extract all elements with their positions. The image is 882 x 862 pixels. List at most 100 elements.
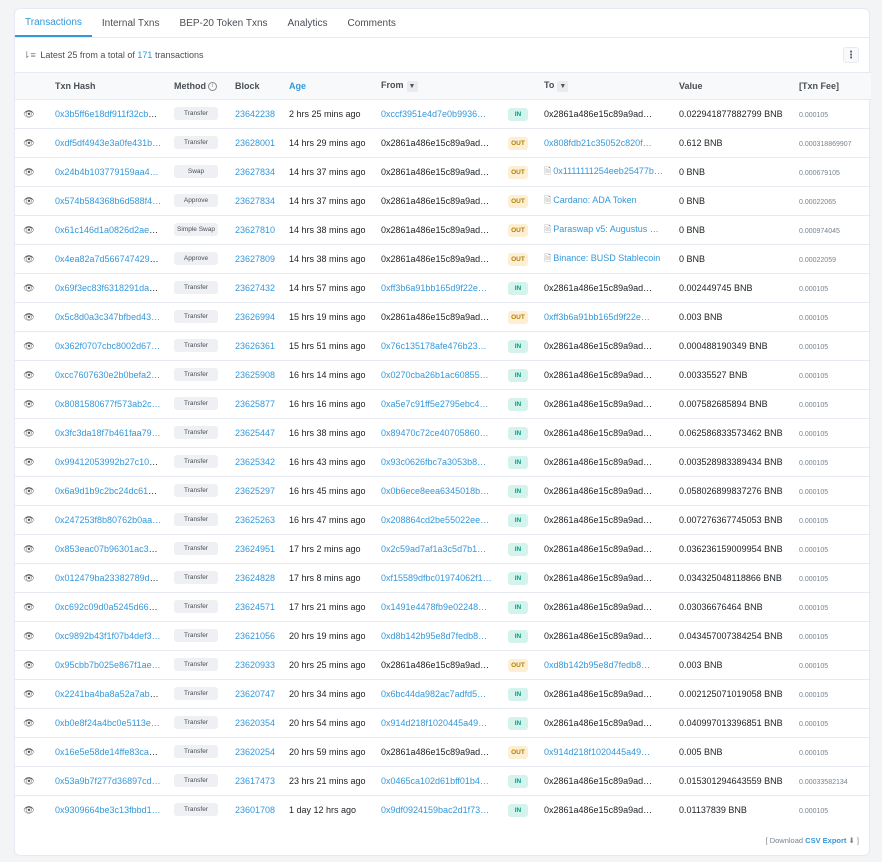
eye-icon[interactable]: 👁 <box>21 571 37 585</box>
txn-hash-link[interactable]: 0xb0e8f24a4bc0e5113e… <box>55 718 160 728</box>
from-address[interactable]: 0xf15589dfbc01974062f1… <box>381 573 492 583</box>
block-link[interactable]: 23620933 <box>235 660 275 670</box>
eye-icon[interactable]: 👁 <box>21 397 37 411</box>
eye-icon[interactable]: 👁 <box>21 658 37 672</box>
block-link[interactable]: 23621056 <box>235 631 275 641</box>
from-address[interactable]: 0x6bc44da982ac7adfd5… <box>381 689 486 699</box>
from-address[interactable]: 0x208864cd2be55022ee… <box>381 515 489 525</box>
eye-icon[interactable]: 👁 <box>21 339 37 353</box>
eye-icon[interactable]: 👁 <box>21 542 37 556</box>
from-address[interactable]: 0x0270cba26b1ac60855… <box>381 370 489 380</box>
eye-icon[interactable]: 👁 <box>21 165 37 179</box>
to-address[interactable]: 0x1111111254eeb25477b… <box>553 166 663 176</box>
eye-icon[interactable]: 👁 <box>21 513 37 527</box>
eye-icon[interactable]: 👁 <box>21 484 37 498</box>
block-link[interactable]: 23627809 <box>235 254 275 264</box>
eye-icon[interactable]: 👁 <box>21 716 37 730</box>
total-count-link[interactable]: 171 <box>137 50 152 60</box>
block-link[interactable]: 23624828 <box>235 573 275 583</box>
eye-icon[interactable]: 👁 <box>21 194 37 208</box>
block-link[interactable]: 23626361 <box>235 341 275 351</box>
csv-export-link[interactable]: CSV Export <box>805 836 846 845</box>
txn-hash-link[interactable]: 0x2241ba4ba8a52a7ab5… <box>55 689 164 699</box>
block-link[interactable]: 23601708 <box>235 805 275 815</box>
txn-hash-link[interactable]: 0xcc7607630e2b0befa2… <box>55 370 160 380</box>
from-address[interactable]: 0x0b6ece8eea6345018b… <box>381 486 489 496</box>
block-link[interactable]: 23625263 <box>235 515 275 525</box>
tab-bep-20-token-txns[interactable]: BEP-20 Token Txns <box>170 9 278 37</box>
txn-hash-link[interactable]: 0x247253f8b80762b0aa… <box>55 515 161 525</box>
eye-icon[interactable]: 👁 <box>21 455 37 469</box>
eye-icon[interactable]: 👁 <box>21 281 37 295</box>
txn-hash-link[interactable]: 0x69f3ec83f6318291daa… <box>55 283 163 293</box>
txn-hash-link[interactable]: 0x3fc3da18f7b461faa79… <box>55 428 161 438</box>
txn-hash-link[interactable]: 0x61c146d1a0826d2ae5… <box>55 225 163 235</box>
block-link[interactable]: 23627810 <box>235 225 275 235</box>
block-link[interactable]: 23620354 <box>235 718 275 728</box>
txn-hash-link[interactable]: 0x99412053992b27c104… <box>55 457 163 467</box>
to-address[interactable]: Cardano: ADA Token <box>553 195 636 205</box>
from-address[interactable]: 0x0465ca102d61bff01b4… <box>381 776 489 786</box>
more-options-button[interactable]: ⋮ <box>843 47 859 63</box>
block-link[interactable]: 23617473 <box>235 776 275 786</box>
eye-icon[interactable]: 👁 <box>21 368 37 382</box>
to-address[interactable]: 0x914d218f1020445a49… <box>544 747 650 757</box>
from-address[interactable]: 0xd8b142b95e8d7fedb8… <box>381 631 487 641</box>
tab-comments[interactable]: Comments <box>338 9 406 37</box>
txn-fee-header[interactable]: [Txn Fee] <box>793 72 871 100</box>
txn-hash-link[interactable]: 0xc9892b43f1f07b4def3… <box>55 631 161 641</box>
tab-analytics[interactable]: Analytics <box>278 9 338 37</box>
from-address[interactable]: 0x914d218f1020445a49… <box>381 718 487 728</box>
tab-transactions[interactable]: Transactions <box>15 9 92 37</box>
txn-hash-link[interactable]: 0x3b5ff6e18df911f32cb7… <box>55 109 162 119</box>
to-address[interactable]: 0x808fdb21c35052c820f… <box>544 138 652 148</box>
eye-icon[interactable]: 👁 <box>21 774 37 788</box>
age-header[interactable]: Age <box>283 72 375 100</box>
block-link[interactable]: 23620747 <box>235 689 275 699</box>
txn-hash-link[interactable]: 0x9309664be3c13fbbd1… <box>55 805 161 815</box>
from-address[interactable]: 0x93c0626fbc7a3053b8… <box>381 457 486 467</box>
block-link[interactable]: 23628001 <box>235 138 275 148</box>
txn-hash-link[interactable]: 0x95cbb7b025e867f1ae… <box>55 660 161 670</box>
from-address[interactable]: 0xccf3951e4d7e0b9936… <box>381 109 486 119</box>
txn-hash-link[interactable]: 0xc692c09d0a5245d663… <box>55 602 163 612</box>
eye-icon[interactable]: 👁 <box>21 426 37 440</box>
txn-hash-link[interactable]: 0x16e5e58de14ffe83cae… <box>55 747 163 757</box>
txn-hash-link[interactable]: 0x53a9b7f277d36897cd… <box>55 776 161 786</box>
block-link[interactable]: 23642238 <box>235 109 275 119</box>
block-link[interactable]: 23624951 <box>235 544 275 554</box>
txn-hash-link[interactable]: 0x5c8d0a3c347bfbed43… <box>55 312 160 322</box>
from-address[interactable]: 0x9df0924159bac2d1f73… <box>381 805 489 815</box>
to-address[interactable]: Binance: BUSD Stablecoin <box>553 253 660 263</box>
block-link[interactable]: 23625877 <box>235 399 275 409</box>
block-link[interactable]: 23625297 <box>235 486 275 496</box>
eye-icon[interactable]: 👁 <box>21 136 37 150</box>
eye-icon[interactable]: 👁 <box>21 803 37 818</box>
to-address[interactable]: 0xff3b6a91bb165d9f22e… <box>544 312 650 322</box>
txn-hash-link[interactable]: 0x853eac07b96301ac37… <box>55 544 163 554</box>
block-link[interactable]: 23625447 <box>235 428 275 438</box>
filter-icon[interactable]: ▼ <box>557 80 569 92</box>
from-address[interactable]: 0x2c59ad7af1a3c5d7b1… <box>381 544 486 554</box>
filter-icon[interactable]: ▼ <box>406 80 418 92</box>
block-link[interactable]: 23626994 <box>235 312 275 322</box>
txn-hash-link[interactable]: 0x6a9d1b9c2bc24dc612… <box>55 486 162 496</box>
eye-icon[interactable]: 👁 <box>21 629 37 643</box>
block-link[interactable]: 23627834 <box>235 196 275 206</box>
eye-icon[interactable]: 👁 <box>21 252 37 266</box>
eye-icon[interactable]: 👁 <box>21 600 37 614</box>
txn-hash-link[interactable]: 0x012479ba23382789d0… <box>55 573 164 583</box>
block-link[interactable]: 23627432 <box>235 283 275 293</box>
block-link[interactable]: 23625342 <box>235 457 275 467</box>
from-address[interactable]: 0x1491e4478fb9e02248… <box>381 602 487 612</box>
from-address[interactable]: 0x76c135178afe476b23… <box>381 341 487 351</box>
info-icon[interactable]: i <box>208 82 217 92</box>
eye-icon[interactable]: 👁 <box>21 107 37 121</box>
eye-icon[interactable]: 👁 <box>21 745 37 759</box>
txn-hash-link[interactable]: 0x8081580677f573ab2c… <box>55 399 161 409</box>
block-link[interactable]: 23625908 <box>235 370 275 380</box>
txn-hash-link[interactable]: 0x574b584368b6d588f4… <box>55 196 161 206</box>
block-link[interactable]: 23620254 <box>235 747 275 757</box>
block-link[interactable]: 23627834 <box>235 167 275 177</box>
to-address[interactable]: 0xd8b142b95e8d7fedb8… <box>544 660 650 670</box>
